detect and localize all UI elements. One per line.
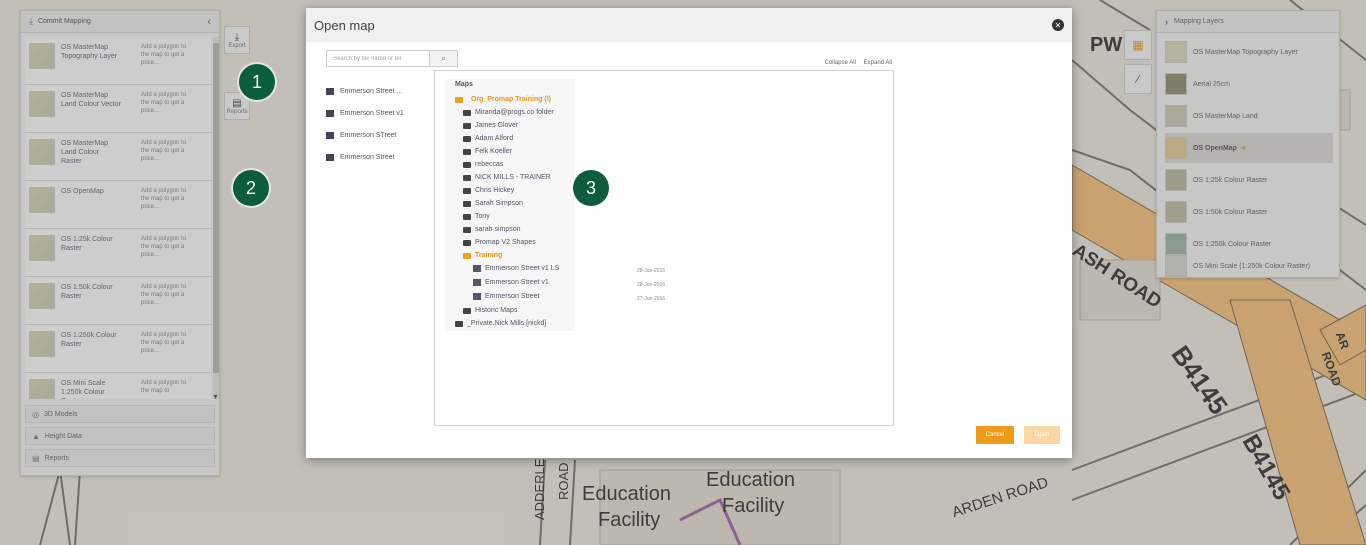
tree-node[interactable]: rebeccas bbox=[463, 161, 503, 168]
folder-icon bbox=[463, 239, 471, 246]
folder-icon bbox=[463, 200, 471, 207]
cancel-button[interactable]: Cancel bbox=[976, 426, 1014, 444]
map-date: 27-Jun-2016 bbox=[637, 296, 666, 302]
tree-node-label: Emmerson Street v1 LS bbox=[485, 265, 560, 272]
search-icon: ⌕ bbox=[441, 53, 446, 63]
folder-icon bbox=[463, 122, 471, 129]
recent-maps-list: Emmerson Street ... Emmerson Street v1 E… bbox=[326, 80, 426, 168]
map-icon bbox=[473, 265, 481, 272]
recent-map-item[interactable]: Emmerson Street bbox=[326, 146, 426, 168]
tree-node-label: Adam Alford bbox=[475, 135, 514, 142]
tree-node-label: Promap V2 Shapes bbox=[475, 239, 536, 246]
recent-map-item[interactable]: Emmerson STreet bbox=[326, 124, 426, 146]
open-button[interactable]: Open bbox=[1024, 426, 1060, 444]
maps-tree: Maps _Org_Promap Training (I) Miranda@pr… bbox=[434, 70, 894, 426]
map-date: 28-Jun-2016 bbox=[637, 268, 666, 274]
map-icon bbox=[326, 131, 334, 139]
folder-icon bbox=[463, 174, 471, 181]
tree-node-label: Historic Maps bbox=[475, 307, 518, 314]
search-input[interactable] bbox=[326, 50, 430, 67]
tree-node-label: Felk Koeller bbox=[475, 148, 512, 155]
dialog-title: Open map bbox=[314, 17, 375, 33]
recent-map-label: Emmerson Street v1 bbox=[340, 109, 404, 117]
map-icon bbox=[473, 279, 481, 286]
tree-node[interactable]: Miranda@progs.co folder bbox=[463, 109, 554, 116]
tree-node[interactable]: Emmerson Street v1 bbox=[473, 279, 549, 286]
map-icon bbox=[326, 153, 334, 161]
tree-node-label: Miranda@progs.co folder bbox=[475, 109, 554, 116]
dialog-header: Open map ✕ bbox=[306, 8, 1072, 42]
folder-icon bbox=[463, 161, 471, 168]
close-icon[interactable]: ✕ bbox=[1052, 19, 1064, 31]
step-badge-3: 3 bbox=[573, 170, 609, 206]
map-icon bbox=[326, 87, 334, 95]
tree-node[interactable]: Promap V2 Shapes bbox=[463, 239, 536, 246]
tree-controls: Collapse All Expand All bbox=[819, 60, 892, 66]
tree-node[interactable]: _Private.Nick Mills [nickd] bbox=[455, 320, 546, 327]
folder-icon bbox=[463, 187, 471, 194]
recent-map-label: Emmerson STreet bbox=[340, 131, 397, 139]
collapse-all-link[interactable]: Collapse All bbox=[825, 60, 856, 66]
tree-node[interactable]: sarah simpson bbox=[463, 226, 521, 233]
folder-icon bbox=[463, 213, 471, 220]
step-badge-1: 1 bbox=[239, 64, 275, 100]
tree-node-label: NICK MILLS - TRAINER bbox=[475, 174, 551, 181]
open-map-dialog: Open map ✕ ⌕ Emmerson Street ... Emmerso… bbox=[306, 8, 1072, 458]
search-button[interactable]: ⌕ bbox=[430, 50, 458, 67]
tree-node-label: sarah simpson bbox=[475, 226, 521, 233]
tree-node[interactable]: Adam Alford bbox=[463, 135, 513, 142]
tree-node[interactable]: Chris Hickey bbox=[463, 187, 514, 194]
tree-node-label: Chris Hickey bbox=[475, 187, 515, 194]
tree-node[interactable]: Historic Maps bbox=[463, 307, 517, 314]
tree-node[interactable]: Felk Koeller bbox=[463, 148, 512, 155]
tree-node[interactable]: NICK MILLS - TRAINER bbox=[463, 174, 551, 181]
folder-icon bbox=[463, 135, 471, 142]
tree-node-label: _Private.Nick Mills [nickd] bbox=[467, 320, 547, 327]
expand-all-link[interactable]: Expand All bbox=[864, 60, 892, 66]
recent-map-label: Emmerson Street ... bbox=[340, 87, 403, 95]
search-box: ⌕ bbox=[326, 50, 458, 67]
map-date: 28-Jun-2016 bbox=[637, 282, 666, 288]
tree-node-label: James Glover bbox=[475, 122, 519, 129]
recent-map-item[interactable]: Emmerson Street v1 bbox=[326, 102, 426, 124]
tree-node-label: _Org_Promap Training (I) bbox=[467, 96, 552, 103]
tree-node[interactable]: James Glover bbox=[463, 122, 518, 129]
tree-node[interactable]: Sarah Simpson bbox=[463, 200, 523, 207]
tree-node-label: Sarah Simpson bbox=[475, 200, 523, 207]
recent-map-item[interactable]: Emmerson Street ... bbox=[326, 80, 426, 102]
map-icon bbox=[326, 109, 334, 117]
folder-icon bbox=[463, 307, 471, 314]
tree-node[interactable]: Emmerson Street bbox=[473, 293, 539, 300]
folder-icon bbox=[463, 226, 471, 233]
tree-root-label: Maps bbox=[455, 81, 473, 88]
folder-open-icon bbox=[455, 96, 463, 103]
tree-node[interactable]: Training bbox=[463, 252, 502, 259]
tree-node-label: Emmerson Street bbox=[485, 293, 540, 300]
tree-node[interactable]: Emmerson Street v1 LS bbox=[473, 265, 559, 272]
folder-icon bbox=[463, 148, 471, 155]
tree-node[interactable]: Tony bbox=[463, 213, 490, 220]
tree-node-label: rebeccas bbox=[475, 161, 504, 168]
folder-icon bbox=[463, 109, 471, 116]
map-icon bbox=[473, 293, 481, 300]
folder-open-icon bbox=[463, 252, 471, 259]
tree-node-label: Emmerson Street v1 bbox=[485, 279, 549, 286]
tree-node-label: Tony bbox=[475, 213, 490, 220]
tree-node[interactable]: _Org_Promap Training (I) bbox=[455, 96, 551, 103]
step-badge-2: 2 bbox=[233, 170, 269, 206]
tree-node-label: Training bbox=[475, 252, 503, 259]
recent-map-label: Emmerson Street bbox=[340, 153, 395, 161]
folder-icon bbox=[455, 320, 463, 327]
